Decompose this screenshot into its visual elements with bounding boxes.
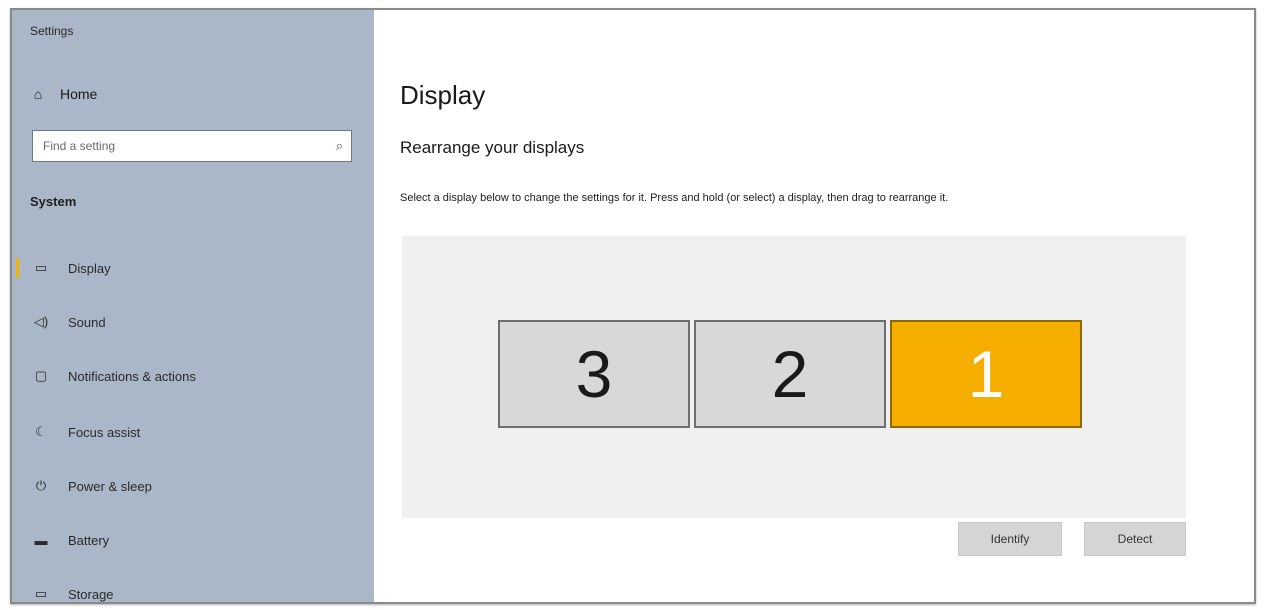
notification-icon: ▢ bbox=[34, 368, 48, 383]
detect-button[interactable]: Detect bbox=[1084, 522, 1186, 556]
sidebar-item-focus-assist[interactable]: ☾ Focus assist bbox=[12, 412, 374, 452]
sidebar-item-label: Sound bbox=[68, 314, 106, 330]
monitor-2[interactable]: 2 bbox=[694, 320, 886, 428]
sidebar-item-label: Power & sleep bbox=[68, 478, 152, 494]
sidebar-item-label: Display bbox=[68, 260, 111, 276]
storage-icon: ▭ bbox=[34, 586, 48, 601]
sidebar: Settings ⌂ Home Find a setting ⌕ System … bbox=[12, 10, 374, 602]
identify-button[interactable]: Identify bbox=[958, 522, 1062, 556]
sidebar-item-battery[interactable]: ▬ Battery bbox=[12, 520, 374, 560]
home-link[interactable]: ⌂ Home bbox=[30, 86, 98, 102]
sidebar-item-display[interactable]: ▭ Display bbox=[12, 248, 374, 288]
sidebar-item-label: Focus assist bbox=[68, 424, 141, 440]
main-pane: Display Rearrange your displays Select a… bbox=[374, 10, 1254, 602]
monitor-number: 2 bbox=[771, 337, 809, 411]
home-icon: ⌂ bbox=[33, 86, 43, 102]
moon-icon: ☾ bbox=[35, 424, 47, 439]
search-placeholder: Find a setting bbox=[43, 139, 116, 153]
sidebar-item-label: Notifications & actions bbox=[68, 368, 196, 384]
power-icon: ⏻ bbox=[35, 478, 47, 493]
home-label: Home bbox=[60, 86, 98, 102]
display-arrangement-area: 3 2 1 bbox=[402, 236, 1186, 518]
sidebar-item-power-sleep[interactable]: ⏻ Power & sleep bbox=[12, 466, 374, 506]
monitor-1[interactable]: 1 bbox=[890, 320, 1082, 428]
settings-window: Settings ⌂ Home Find a setting ⌕ System … bbox=[10, 8, 1256, 604]
window-title: Settings bbox=[30, 24, 74, 38]
speaker-icon: ◁) bbox=[33, 314, 49, 329]
search-input[interactable]: Find a setting ⌕ bbox=[32, 130, 352, 162]
battery-icon: ▬ bbox=[34, 532, 48, 548]
instructions-text: Select a display below to change the set… bbox=[400, 192, 949, 204]
monitor-number: 3 bbox=[575, 337, 613, 411]
sidebar-item-label: Storage bbox=[68, 586, 114, 602]
monitor-number: 1 bbox=[967, 337, 1005, 411]
section-heading-system: System bbox=[30, 194, 77, 209]
display-icon: ▭ bbox=[34, 260, 48, 275]
search-icon: ⌕ bbox=[335, 138, 343, 153]
monitor-3[interactable]: 3 bbox=[498, 320, 690, 428]
page-title: Display bbox=[400, 80, 486, 110]
section-title: Rearrange your displays bbox=[400, 138, 585, 157]
sidebar-item-sound[interactable]: ◁) Sound bbox=[12, 302, 374, 342]
sidebar-item-storage[interactable]: ▭ Storage bbox=[12, 574, 374, 602]
sidebar-item-notifications[interactable]: ▢ Notifications & actions bbox=[12, 356, 374, 396]
sidebar-item-label: Battery bbox=[68, 532, 110, 548]
